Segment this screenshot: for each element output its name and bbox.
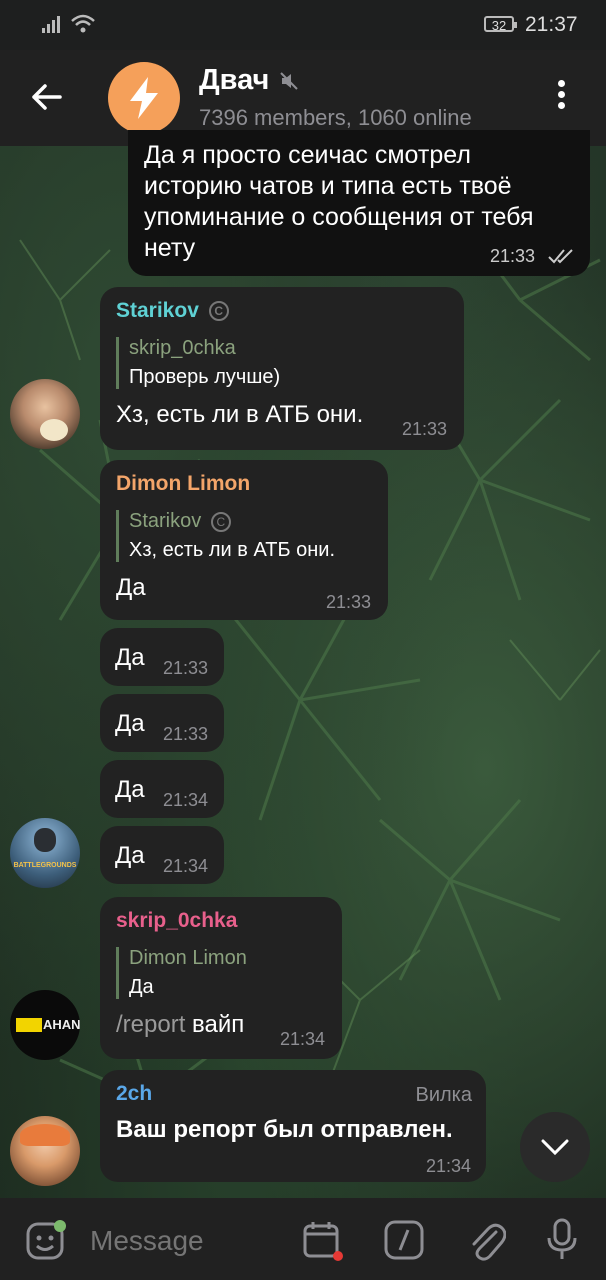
message-time: 21:33 <box>163 724 209 744</box>
message-time: 21:33 <box>490 246 536 266</box>
bot-command-link[interactable]: /report <box>116 1011 185 1038</box>
message-time: 21:34 <box>426 1156 472 1176</box>
reply-quote[interactable]: skrip_0chka Проверь лучше) <box>116 337 448 389</box>
admin-badge: Вилка <box>415 1084 473 1106</box>
back-arrow-icon[interactable] <box>30 82 64 112</box>
message-bubble[interactable]: skrip_0chka Dimon Limon Да /report вайп … <box>100 897 342 1059</box>
avatar-caption: BATTLEGROUNDS <box>13 862 77 869</box>
message-input[interactable] <box>88 1220 292 1262</box>
avatar[interactable] <box>10 379 80 449</box>
copyright-icon: C <box>208 301 229 322</box>
avatar[interactable]: AHAN <box>10 990 80 1060</box>
message-input-bar <box>0 1198 606 1280</box>
avatar[interactable] <box>10 1116 80 1186</box>
message-time: 21:34 <box>163 790 209 810</box>
message-outgoing[interactable]: Да я просто сеичас смотрел историю чатов… <box>128 130 590 276</box>
signal-icon <box>42 16 60 33</box>
wifi-icon <box>71 14 95 33</box>
muted-icon <box>280 72 298 90</box>
message-text: Да <box>115 776 145 803</box>
reply-quote[interactable]: Dimon Limon Да <box>116 947 326 999</box>
message-time: 21:33 <box>402 419 448 439</box>
microphone-icon[interactable] <box>546 1218 578 1262</box>
group-avatar[interactable] <box>108 62 180 134</box>
message-time: 21:34 <box>280 1029 326 1049</box>
message-text: Да <box>115 842 145 869</box>
message-bubble[interactable]: Starikov C skrip_0chka Проверь лучше) Хз… <box>100 287 464 450</box>
chevron-down-icon <box>541 1139 569 1156</box>
reply-text: Да <box>129 976 154 998</box>
sender-name[interactable]: skrip_0chka <box>116 909 326 933</box>
message-bubble[interactable]: 2ch Вилка Ваш репорт был отправлен. 21:3… <box>100 1070 486 1182</box>
schedule-calendar-icon[interactable] <box>302 1220 344 1262</box>
clock: 21:37 <box>525 13 578 36</box>
status-bar: 32 21:37 <box>0 0 606 50</box>
reply-text: Хз, есть ли в АТБ они. <box>129 539 336 561</box>
message-bubble[interactable]: Да 21:33 <box>100 694 224 752</box>
battery-icon: 32 <box>484 16 517 33</box>
message-text: Ваш репорт был отправлен. <box>116 1116 453 1143</box>
chat-title[interactable]: Двач <box>199 64 269 97</box>
avatar-caption: AHAN <box>43 1017 80 1032</box>
message-time: 21:33 <box>163 658 209 678</box>
avatar[interactable]: BATTLEGROUNDS <box>10 818 80 888</box>
reply-author: Dimon Limon <box>129 947 247 969</box>
message-time: 21:34 <box>163 856 209 876</box>
bot-commands-icon[interactable] <box>384 1220 424 1260</box>
message-bubble[interactable]: Да 21:33 <box>100 628 224 686</box>
message-text: Да <box>115 710 145 737</box>
reply-author: skrip_0chka <box>129 337 236 359</box>
message-bubble[interactable]: Да 21:34 <box>100 826 224 884</box>
message-time: 21:33 <box>326 592 372 612</box>
more-menu-icon[interactable] <box>555 80 567 116</box>
scroll-down-button[interactable] <box>520 1112 590 1182</box>
reply-author: Starikov <box>129 510 202 532</box>
message-line: историю чатов и типа есть твоё <box>144 172 512 200</box>
message-text: вайп <box>192 1011 245 1038</box>
reply-quote[interactable]: Starikov C Хз, есть ли в АТБ они. <box>116 510 372 562</box>
reply-text: Проверь лучше) <box>129 366 281 388</box>
sender-name[interactable]: Dimon Limon <box>116 472 372 496</box>
message-text: Да <box>115 644 145 671</box>
sticker-icon[interactable] <box>26 1220 66 1260</box>
copyright-icon: C <box>210 511 231 532</box>
message-line: Да я просто сеичас смотрел <box>144 141 471 169</box>
read-checkmarks-icon <box>548 249 573 264</box>
chat-subtitle: 7396 members, 1060 online <box>199 105 472 130</box>
attach-paperclip-icon[interactable] <box>466 1218 506 1262</box>
message-text: Хз, есть ли в АТБ они. <box>116 401 364 428</box>
lightning-icon <box>130 77 158 119</box>
message-bubble[interactable]: Да 21:34 <box>100 760 224 818</box>
message-bubble[interactable]: Dimon Limon Starikov C Хз, есть ли в АТБ… <box>100 460 388 620</box>
sender-name[interactable]: Starikov <box>116 299 199 322</box>
message-line: упоминание о сообщения от тебя <box>144 203 534 231</box>
